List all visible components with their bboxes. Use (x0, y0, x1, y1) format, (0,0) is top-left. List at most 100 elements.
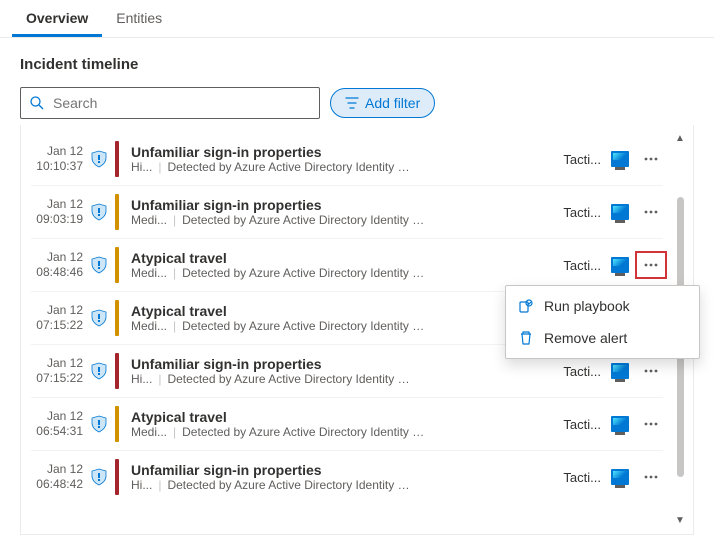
menu-run-playbook-label: Run playbook (544, 298, 630, 314)
tab-entities[interactable]: Entities (102, 0, 176, 37)
tab-overview[interactable]: Overview (12, 0, 102, 37)
timestamp: Jan 12 07:15:22 (31, 303, 83, 333)
row-content: Unfamiliar sign-in properties Medi... | … (123, 197, 559, 227)
security-alert-icon (87, 203, 111, 221)
menu-remove-alert-label: Remove alert (544, 330, 627, 346)
severity-bar (115, 459, 119, 495)
time-label: 07:15:22 (31, 318, 83, 333)
toolbar: Add filter (20, 87, 694, 119)
security-alert-icon (87, 362, 111, 380)
detected-by-label: Detected by Azure Active Directory Ident… (167, 372, 412, 386)
timestamp: Jan 12 08:48:46 (31, 250, 83, 280)
time-label: 10:10:37 (31, 159, 83, 174)
timeline-row[interactable]: Jan 12 06:54:31 Atypical travel Medi... … (31, 398, 663, 451)
severity-bar (115, 406, 119, 442)
security-alert-icon (87, 150, 111, 168)
timestamp: Jan 12 06:48:42 (31, 462, 83, 492)
alert-title: Atypical travel (131, 250, 559, 266)
filter-icon (345, 96, 359, 110)
row-content: Unfamiliar sign-in properties Hi... | De… (123, 144, 559, 174)
timestamp: Jan 12 09:03:19 (31, 197, 83, 227)
detected-by-label: Detected by Azure Active Directory Ident… (182, 425, 427, 439)
date-label: Jan 12 (31, 462, 83, 477)
date-label: Jan 12 (31, 409, 83, 424)
add-filter-button[interactable]: Add filter (330, 88, 435, 118)
add-filter-label: Add filter (365, 95, 420, 111)
date-label: Jan 12 (31, 250, 83, 265)
menu-remove-alert[interactable]: Remove alert (506, 322, 699, 354)
time-label: 08:48:46 (31, 265, 83, 280)
search-box[interactable] (20, 87, 320, 119)
search-input[interactable] (53, 95, 311, 111)
time-label: 09:03:19 (31, 212, 83, 227)
severity-bar (115, 247, 119, 283)
product-icon (611, 469, 629, 485)
trash-icon (518, 330, 534, 346)
more-actions-button[interactable] (639, 255, 663, 275)
date-label: Jan 12 (31, 303, 83, 318)
severity-label: Hi... (131, 478, 152, 492)
product-icon (611, 151, 629, 167)
detected-by-label: Detected by Azure Active Directory Ident… (182, 319, 427, 333)
severity-label: Medi... (131, 319, 167, 333)
product-icon (611, 204, 629, 220)
date-label: Jan 12 (31, 197, 83, 212)
severity-bar (115, 194, 119, 230)
panel-title: Incident timeline (20, 56, 694, 73)
severity-label: Medi... (131, 266, 167, 280)
product-icon (611, 257, 629, 273)
tactics-label: Tacti... (563, 364, 601, 379)
more-actions-button[interactable] (639, 467, 663, 487)
row-content: Atypical travel Medi... | Detected by Az… (123, 409, 559, 439)
timestamp: Jan 12 06:54:31 (31, 409, 83, 439)
severity-bar (115, 141, 119, 177)
security-alert-icon (87, 415, 111, 433)
more-actions-button[interactable] (639, 149, 663, 169)
date-label: Jan 12 (31, 144, 83, 159)
row-content: Atypical travel Medi... | Detected by Az… (123, 250, 559, 280)
playbook-icon (518, 298, 534, 314)
search-icon (29, 95, 45, 111)
more-actions-button[interactable] (639, 414, 663, 434)
tactics-label: Tacti... (563, 258, 601, 273)
tactics-label: Tacti... (563, 152, 601, 167)
timestamp: Jan 12 10:10:37 (31, 144, 83, 174)
detected-by-label: Detected by Azure Active Directory Ident… (182, 266, 427, 280)
severity-label: Medi... (131, 213, 167, 227)
severity-bar (115, 300, 119, 336)
security-alert-icon (87, 256, 111, 274)
timeline-row[interactable]: Jan 12 09:03:19 Unfamiliar sign-in prope… (31, 186, 663, 239)
alert-title: Unfamiliar sign-in properties (131, 356, 559, 372)
timeline-row[interactable]: Jan 12 10:10:37 Unfamiliar sign-in prope… (31, 133, 663, 186)
timeline-row[interactable]: Jan 12 06:48:42 Unfamiliar sign-in prope… (31, 451, 663, 503)
time-label: 07:15:22 (31, 371, 83, 386)
scroll-down-icon[interactable]: ▼ (675, 515, 685, 526)
more-actions-button[interactable] (639, 361, 663, 381)
tactics-label: Tacti... (563, 205, 601, 220)
product-icon (611, 416, 629, 432)
security-alert-icon (87, 309, 111, 327)
timestamp: Jan 12 07:15:22 (31, 356, 83, 386)
tactics-label: Tacti... (563, 470, 601, 485)
alert-title: Atypical travel (131, 303, 559, 319)
date-label: Jan 12 (31, 356, 83, 371)
severity-label: Hi... (131, 160, 152, 174)
scroll-up-icon[interactable]: ▲ (675, 133, 685, 144)
security-alert-icon (87, 468, 111, 486)
time-label: 06:48:42 (31, 477, 83, 492)
row-content: Unfamiliar sign-in properties Hi... | De… (123, 356, 559, 386)
severity-label: Hi... (131, 372, 152, 386)
detected-by-label: Detected by Azure Active Directory Ident… (167, 160, 412, 174)
row-content: Atypical travel Medi... | Detected by Az… (123, 303, 559, 333)
severity-bar (115, 353, 119, 389)
product-icon (611, 363, 629, 379)
detected-by-label: Detected by Azure Active Directory Ident… (167, 478, 412, 492)
context-menu: Run playbook Remove alert (505, 285, 700, 359)
detected-by-label: Detected by Azure Active Directory Ident… (182, 213, 427, 227)
severity-label: Medi... (131, 425, 167, 439)
alert-title: Unfamiliar sign-in properties (131, 197, 559, 213)
alert-title: Unfamiliar sign-in properties (131, 462, 559, 478)
more-actions-button[interactable] (639, 202, 663, 222)
menu-run-playbook[interactable]: Run playbook (506, 290, 699, 322)
tactics-label: Tacti... (563, 417, 601, 432)
